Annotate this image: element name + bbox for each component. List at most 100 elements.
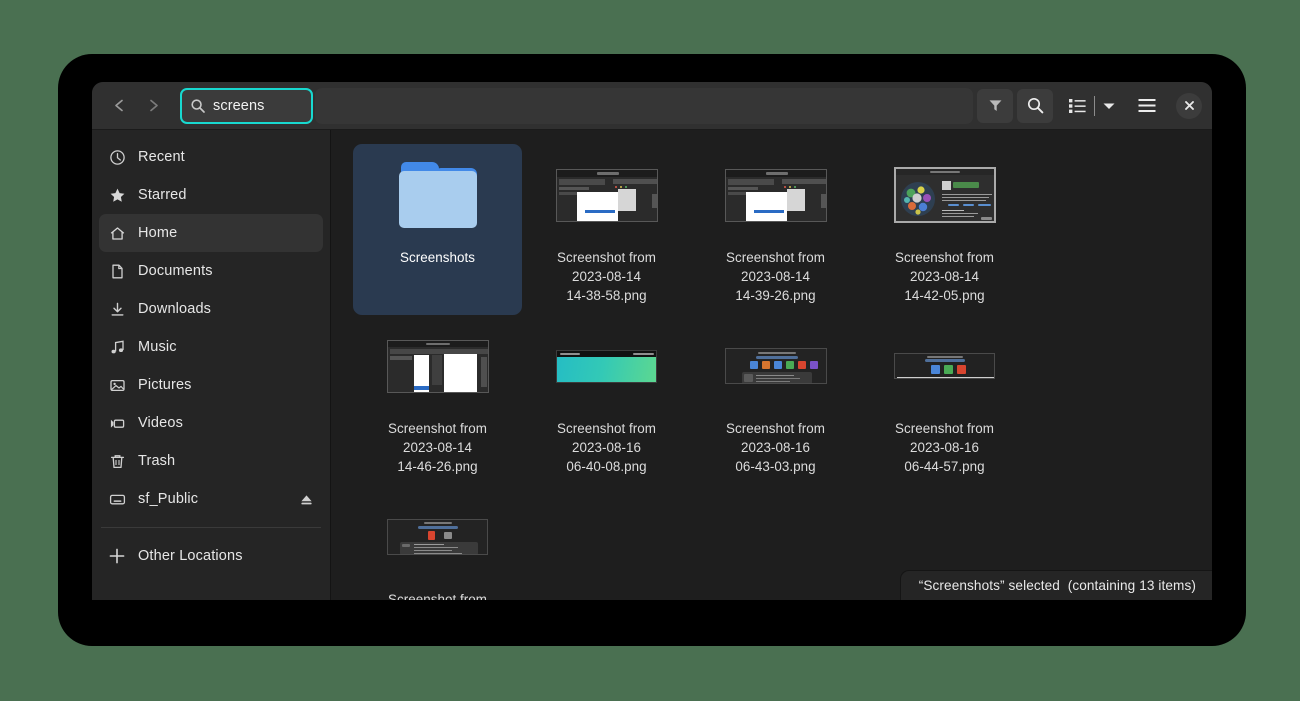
toolbar-actions bbox=[977, 89, 1053, 123]
window-body: Recent Starred H bbox=[92, 130, 1212, 600]
thumbnail-ide-dark-dialog bbox=[556, 169, 658, 222]
list-item[interactable]: Screenshot from 2023-08-16 06-43-03.png bbox=[691, 315, 860, 486]
view-options-dropdown[interactable] bbox=[1098, 89, 1120, 123]
list-item[interactable]: Screenshot from 2023-08-14 14-42-05.png bbox=[860, 144, 1029, 315]
sidebar-item-label: Pictures bbox=[138, 377, 314, 393]
folder-thumbnail bbox=[378, 151, 498, 239]
sidebar: Recent Starred H bbox=[92, 130, 331, 600]
list-item-label: Screenshot from 2023-08-16 06-43-03.png bbox=[697, 419, 854, 476]
headerbar: screens bbox=[92, 82, 1212, 130]
sidebar-item-recent[interactable]: Recent bbox=[99, 138, 323, 176]
sidebar-item-home[interactable]: Home bbox=[99, 214, 323, 252]
trash-icon bbox=[108, 452, 126, 470]
chevron-right-icon bbox=[145, 97, 162, 114]
sidebar-item-label: Videos bbox=[138, 415, 314, 431]
sidebar-item-label: Downloads bbox=[138, 301, 314, 317]
file-manager-window: screens bbox=[92, 82, 1212, 600]
sidebar-item-trash[interactable]: Trash bbox=[99, 442, 323, 480]
sidebar-divider bbox=[101, 527, 321, 528]
sidebar-item-pictures[interactable]: Pictures bbox=[99, 366, 323, 404]
list-item-label: Screenshot from 2023-08-16 06-44-57.png bbox=[866, 419, 1023, 476]
filter-button[interactable] bbox=[977, 89, 1013, 123]
thumbnail-file-list-window bbox=[387, 519, 488, 555]
sidebar-item-other-locations[interactable]: Other Locations bbox=[99, 537, 323, 575]
desktop: screens bbox=[0, 0, 1300, 701]
thumbnail-app-icon-three bbox=[894, 353, 995, 379]
sidebar-item-label: sf_Public bbox=[138, 491, 286, 507]
plus-icon bbox=[108, 547, 126, 565]
file-grid-area[interactable]: Screenshots bbox=[331, 130, 1212, 600]
list-item-label: Screenshot from 2023-08-14 14-46-26.png bbox=[359, 419, 516, 476]
music-note-icon bbox=[108, 338, 126, 356]
list-item[interactable]: Screenshot from 2023-08-16 06-40-08.png bbox=[522, 315, 691, 486]
list-item[interactable]: Screenshot from 2023-08-16 06-44-57.png bbox=[860, 315, 1029, 486]
sidebar-item-label: Music bbox=[138, 339, 314, 355]
path-bar[interactable] bbox=[315, 88, 973, 124]
star-icon bbox=[108, 186, 126, 204]
thumbnail-ide-dark-dialog bbox=[725, 169, 827, 222]
file-thumbnail bbox=[716, 151, 836, 239]
file-thumbnail bbox=[547, 322, 667, 410]
list-item-label: Screenshots bbox=[359, 248, 516, 267]
list-item[interactable]: Screenshot from 2023-08-14 14-46-26.png bbox=[353, 315, 522, 486]
file-thumbnail bbox=[378, 322, 498, 410]
list-item[interactable]: Screenshot from 2023-08-14 14-38-58.png bbox=[522, 144, 691, 315]
folder-icon bbox=[399, 162, 477, 228]
file-thumbnail bbox=[547, 151, 667, 239]
sidebar-item-label: Recent bbox=[138, 149, 314, 165]
document-icon bbox=[108, 262, 126, 280]
view-group-separator bbox=[1094, 96, 1095, 116]
sidebar-item-sf-public[interactable]: sf_Public bbox=[99, 480, 323, 518]
video-icon bbox=[108, 414, 126, 432]
file-thumbnail bbox=[885, 151, 1005, 239]
sidebar-item-label: Other Locations bbox=[138, 548, 314, 564]
sidebar-item-label: Home bbox=[138, 225, 314, 241]
file-thumbnail bbox=[716, 322, 836, 410]
search-icon bbox=[190, 98, 206, 114]
sidebar-item-documents[interactable]: Documents bbox=[99, 252, 323, 290]
eject-icon[interactable] bbox=[298, 491, 314, 507]
list-item-label: Screenshot from 2023-08-16 06-46-41.png bbox=[359, 590, 516, 600]
thumbnail-libreoffice-about bbox=[894, 167, 996, 223]
main-menu-button[interactable] bbox=[1130, 89, 1164, 123]
file-grid: Screenshots bbox=[353, 144, 1194, 600]
search-input-value: screens bbox=[213, 98, 264, 114]
search-button[interactable] bbox=[1017, 89, 1053, 123]
forward-button[interactable] bbox=[136, 90, 170, 122]
status-badge: “Screenshots” selected (containing 13 it… bbox=[900, 570, 1212, 600]
list-item-label: Screenshot from 2023-08-14 14-39-26.png bbox=[697, 248, 854, 305]
chevron-down-icon bbox=[1102, 101, 1116, 111]
sidebar-item-label: Starred bbox=[138, 187, 314, 203]
home-icon bbox=[108, 224, 126, 242]
search-icon bbox=[1026, 96, 1045, 115]
list-view-button[interactable] bbox=[1063, 89, 1091, 123]
hamburger-menu-icon bbox=[1137, 98, 1157, 113]
list-item-label: Screenshot from 2023-08-14 14-38-58.png bbox=[528, 248, 685, 305]
search-input[interactable]: screens bbox=[180, 88, 313, 124]
file-thumbnail bbox=[885, 322, 1005, 410]
sidebar-item-music[interactable]: Music bbox=[99, 328, 323, 366]
list-item[interactable]: Screenshot from 2023-08-16 06-46-41.png bbox=[353, 486, 522, 600]
close-icon bbox=[1183, 99, 1196, 112]
clock-icon bbox=[108, 148, 126, 166]
thumbnail-app-icon-row bbox=[725, 348, 827, 384]
list-view-icon bbox=[1068, 97, 1087, 114]
sidebar-item-starred[interactable]: Starred bbox=[99, 176, 323, 214]
download-icon bbox=[108, 300, 126, 318]
view-mode-group bbox=[1063, 89, 1120, 123]
image-icon bbox=[108, 376, 126, 394]
sidebar-item-label: Documents bbox=[138, 263, 314, 279]
drive-icon bbox=[108, 490, 126, 508]
window-close-button[interactable] bbox=[1176, 93, 1202, 119]
list-item-label: Screenshot from 2023-08-16 06-40-08.png bbox=[528, 419, 685, 476]
list-item-label: Screenshot from 2023-08-14 14-42-05.png bbox=[866, 248, 1023, 305]
chevron-left-icon bbox=[111, 97, 128, 114]
sidebar-item-videos[interactable]: Videos bbox=[99, 404, 323, 442]
filter-funnel-icon bbox=[987, 97, 1004, 114]
thumbnail-document-editor bbox=[387, 340, 489, 393]
list-item[interactable]: Screenshot from 2023-08-14 14-39-26.png bbox=[691, 144, 860, 315]
back-button[interactable] bbox=[102, 90, 136, 122]
list-item[interactable]: Screenshots bbox=[353, 144, 522, 315]
file-thumbnail bbox=[378, 493, 498, 581]
sidebar-item-downloads[interactable]: Downloads bbox=[99, 290, 323, 328]
